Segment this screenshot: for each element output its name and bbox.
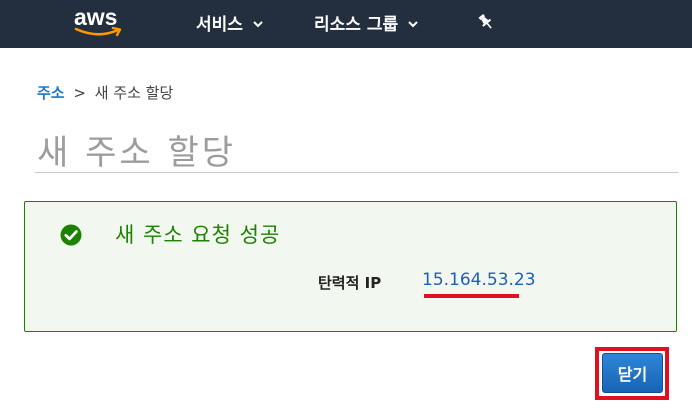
breadcrumb-link-addresses[interactable]: 주소: [37, 84, 65, 102]
page-title: 새 주소 할당: [37, 133, 237, 173]
success-message: 새 주소 요청 성공: [115, 223, 281, 247]
chevron-down-icon: [408, 20, 418, 27]
pin-icon[interactable]: [476, 12, 496, 32]
nav-services-label: 서비스: [196, 14, 243, 35]
annotation-underline: [424, 294, 519, 298]
breadcrumb-separator: >: [73, 84, 86, 102]
elastic-ip-value-link[interactable]: 15.164.53.23: [422, 270, 536, 290]
nav-resource-groups-menu[interactable]: 리소스 그룹: [314, 0, 418, 44]
elastic-ip-label: 탄력적 IP: [318, 274, 382, 292]
chevron-down-icon: [253, 20, 263, 27]
title-divider: [35, 172, 678, 173]
close-button[interactable]: 닫기: [602, 353, 663, 393]
top-navigation-bar: aws 서비스 리소스 그룹: [0, 0, 692, 48]
breadcrumb: 주소 > 새 주소 할당: [37, 82, 173, 103]
nav-resource-groups-label: 리소스 그룹: [314, 14, 399, 35]
aws-logo[interactable]: aws: [74, 4, 130, 38]
success-alert: 새 주소 요청 성공 탄력적 IP 15.164.53.23: [24, 201, 677, 332]
check-circle-icon: [60, 224, 82, 246]
breadcrumb-current: 새 주소 할당: [94, 84, 174, 102]
nav-services-menu[interactable]: 서비스: [196, 0, 263, 44]
aws-smile-icon: [74, 26, 122, 37]
